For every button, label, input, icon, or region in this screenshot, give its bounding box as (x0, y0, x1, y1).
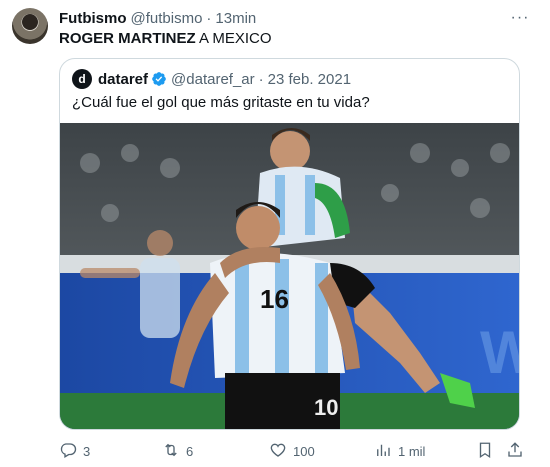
avatar[interactable] (12, 8, 48, 44)
timestamp[interactable]: 13min (215, 10, 256, 27)
retweet-count: 6 (186, 443, 194, 459)
photo-illustration: WA (60, 123, 519, 429)
more-icon[interactable]: ··· (508, 8, 532, 28)
reply-button[interactable]: 3 (59, 440, 90, 462)
quoted-display-name[interactable]: dataref (98, 71, 148, 88)
separator: · (206, 9, 212, 27)
quoted-header: d dataref @dataref_ar · 23 feb. 2021 (72, 69, 351, 89)
views-count: 1 mil (398, 443, 426, 459)
svg-text:WA: WA (480, 319, 519, 386)
verified-icon (151, 71, 167, 87)
quoted-date[interactable]: 23 feb. 2021 (268, 71, 351, 88)
share-button[interactable] (506, 440, 524, 462)
quoted-tweet[interactable]: d dataref @dataref_ar · 23 feb. 2021 ¿Cu… (59, 58, 520, 430)
quoted-media-photo[interactable]: WA (60, 123, 519, 429)
bookmark-button[interactable] (476, 440, 494, 462)
retweet-icon (162, 441, 180, 462)
tweet[interactable]: Futbismo @futbismo · 13min ··· ROGER MAR… (0, 0, 550, 467)
tweet-text-rest: A MEXICO (195, 30, 272, 47)
jersey-number-back: 10 (314, 395, 338, 420)
quoted-text: ¿Cuál fue el gol que más gritaste en tu … (72, 94, 370, 111)
reply-count: 3 (83, 443, 91, 459)
like-icon (269, 441, 287, 462)
tweet-text-strong: ROGER MARTINEZ (59, 30, 196, 47)
action-bar: 3 6 100 1 mil (59, 440, 529, 462)
views-icon (374, 441, 392, 462)
views-button[interactable]: 1 mil (374, 440, 425, 462)
bookmark-icon (476, 441, 494, 462)
retweet-button[interactable]: 6 (162, 440, 193, 462)
tweet-text: ROGER MARTINEZ A MEXICO (59, 30, 272, 48)
quoted-separator: · (258, 70, 264, 88)
like-count: 100 (293, 443, 315, 459)
share-icon (506, 441, 524, 462)
tweet-header: Futbismo @futbismo · 13min (59, 8, 256, 28)
jersey-number-front: 16 (260, 284, 289, 314)
like-button[interactable]: 100 (269, 440, 315, 462)
reply-icon (59, 441, 77, 462)
handle[interactable]: @futbismo (131, 10, 203, 27)
quoted-avatar[interactable]: d (72, 69, 92, 89)
quoted-handle[interactable]: @dataref_ar (171, 71, 255, 88)
display-name[interactable]: Futbismo (59, 10, 127, 27)
